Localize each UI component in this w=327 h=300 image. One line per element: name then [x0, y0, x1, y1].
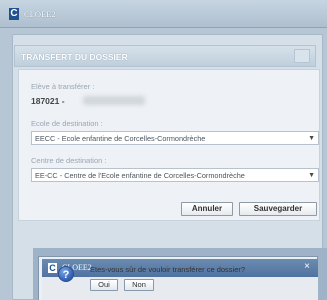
app-title: CLOEE2 [24, 9, 56, 19]
close-icon[interactable]: × [304, 261, 310, 272]
transfer-dialog-body: Elève à transférer : 187021 - Ecole de d… [18, 69, 320, 221]
center-select[interactable]: EE-CC - Centre de l'Ecole enfantine de C… [31, 168, 319, 182]
confirm-body [42, 277, 318, 300]
chevron-down-icon: ▼ [308, 135, 315, 142]
app-logo-icon: C [9, 8, 19, 20]
transfer-dialog-header: TRANSFERT DU DOSSIER [14, 45, 316, 67]
school-label: Ecole de destination : [31, 119, 103, 128]
student-id: 187021 - [31, 96, 65, 106]
question-icon: ? [58, 266, 74, 282]
no-button[interactable]: Non [124, 279, 154, 291]
center-select-value: EE-CC - Centre de l'Ecole enfantine de C… [35, 171, 245, 180]
dialog-menu-button[interactable] [294, 49, 310, 63]
cancel-button[interactable]: Annuler [181, 202, 233, 216]
yes-button[interactable]: Oui [90, 279, 118, 291]
school-select[interactable]: EECC - Ecole enfantine de Corcelles-Corm… [31, 131, 319, 145]
confirm-message: Etes-vous sûr de vouloir transférer ce d… [90, 265, 246, 274]
app-titlebar: C CLOEE2 [0, 0, 327, 28]
school-select-value: EECC - Ecole enfantine de Corcelles-Corm… [35, 134, 206, 143]
dialog-title: TRANSFERT DU DOSSIER [21, 52, 128, 62]
save-button[interactable]: Sauvegarder [239, 202, 317, 216]
student-name-redacted [83, 96, 145, 105]
confirm-logo-icon: C [48, 263, 57, 273]
center-label: Centre de destination : [31, 156, 107, 165]
chevron-down-icon: ▼ [308, 172, 315, 179]
student-label: Elève à transférer : [31, 82, 95, 91]
